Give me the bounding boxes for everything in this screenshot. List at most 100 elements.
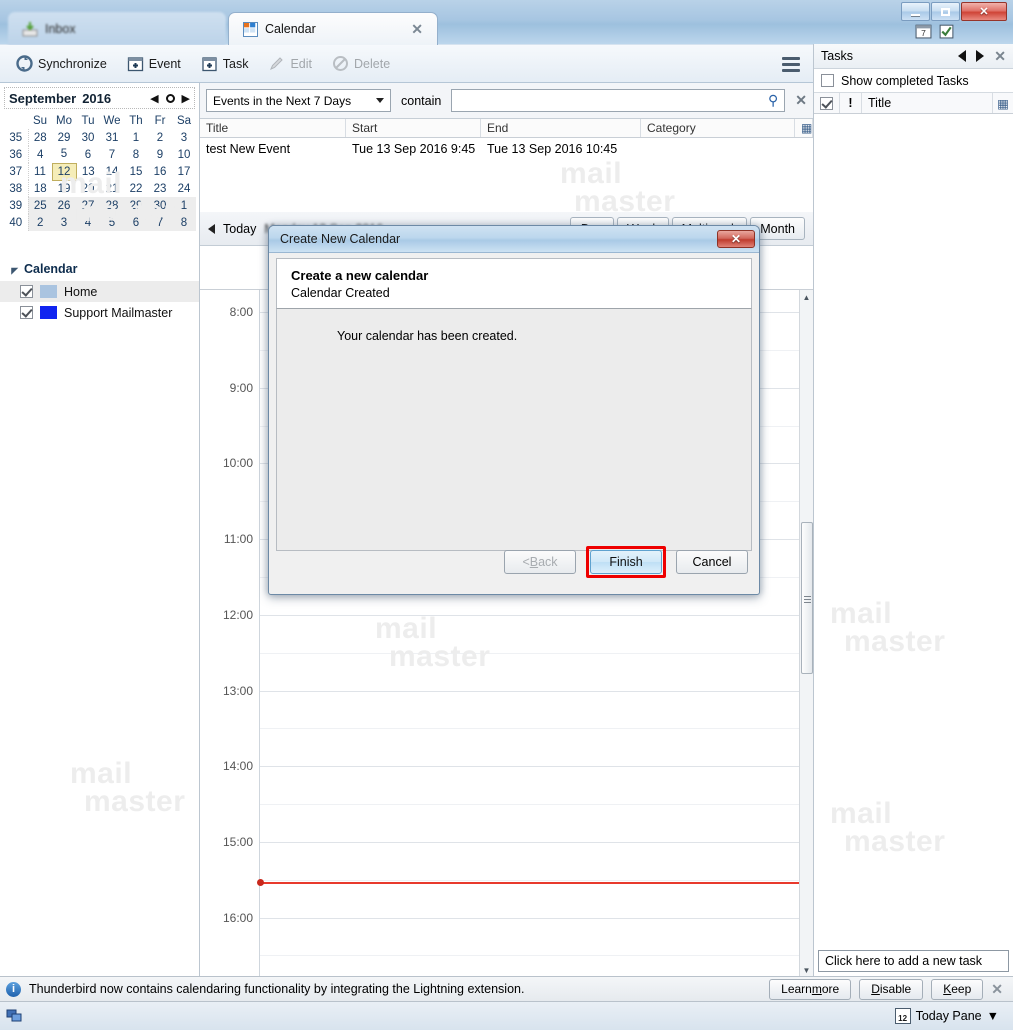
mini-cal-day[interactable]: 19 <box>52 180 76 197</box>
mini-cal-day[interactable]: 1 <box>124 129 148 146</box>
half-hour-gridline <box>260 804 799 806</box>
mini-cal-day[interactable]: 20 <box>76 180 100 197</box>
mini-cal-day[interactable]: 2 <box>28 214 52 231</box>
calendar-list-header[interactable]: Calendar <box>0 259 199 281</box>
today-pane-toggle[interactable]: 12 Today Pane ▼ <box>894 1008 1007 1024</box>
mini-cal-day[interactable]: 22 <box>124 180 148 197</box>
mini-cal-day[interactable]: 30 <box>148 197 172 214</box>
mini-cal-day[interactable]: 9 <box>148 146 172 163</box>
mini-cal-day[interactable]: 6 <box>76 146 100 163</box>
new-task-button[interactable]: Task <box>193 51 257 76</box>
mini-cal-day[interactable]: 23 <box>148 180 172 197</box>
mini-cal-day[interactable]: 8 <box>172 214 196 231</box>
mini-cal-day[interactable]: 15 <box>124 163 148 180</box>
column-picker-icon[interactable]: ▦ <box>795 119 813 137</box>
column-header-start[interactable]: Start <box>346 119 481 137</box>
mini-cal-day[interactable]: 14 <box>100 163 124 180</box>
column-header-category[interactable]: Category <box>641 119 795 137</box>
mini-cal-day[interactable]: 28 <box>100 197 124 214</box>
show-completed-tasks-row[interactable]: Show completed Tasks <box>814 69 1013 93</box>
calendar-visibility-checkbox[interactable] <box>20 285 33 298</box>
mini-cal-day[interactable]: 16 <box>148 163 172 180</box>
new-task-placeholder: Click here to add a new task <box>825 954 983 968</box>
mini-cal-day[interactable]: 26 <box>52 197 76 214</box>
column-header-title[interactable]: Title <box>200 119 346 137</box>
new-task-input[interactable]: Click here to add a new task <box>818 950 1009 972</box>
mini-cal-day[interactable]: 13 <box>76 163 100 180</box>
scrollbar-thumb[interactable] <box>801 522 813 674</box>
clear-search-icon[interactable]: ✕ <box>795 92 807 109</box>
mini-cal-day[interactable]: 11 <box>28 163 52 180</box>
mini-cal-day[interactable]: 29 <box>52 129 76 146</box>
today-button[interactable]: Today <box>223 222 256 236</box>
synchronize-button[interactable]: Synchronize <box>8 51 115 76</box>
column-header-end[interactable]: End <box>481 119 641 137</box>
mini-cal-day[interactable]: 5 <box>100 214 124 231</box>
week-number: 37 <box>4 163 29 180</box>
mini-cal-day[interactable]: 4 <box>76 214 100 231</box>
connection-status-icon[interactable] <box>6 1007 24 1025</box>
app-menu-icon[interactable] <box>780 54 802 74</box>
tasks-next-icon[interactable] <box>976 50 985 62</box>
mini-cal-day[interactable]: 3 <box>172 129 196 146</box>
tasks-col-done[interactable] <box>814 93 840 113</box>
mini-cal-day[interactable]: 30 <box>76 129 100 146</box>
hour-label: 13:00 <box>222 683 253 698</box>
calendar-visibility-checkbox[interactable] <box>20 306 33 319</box>
event-list-row[interactable]: test New Event Tue 13 Sep 2016 9:45 Tue 13… <box>200 138 813 160</box>
event-filter-select[interactable]: Events in the Next 7 Days <box>206 89 391 112</box>
mini-cal-day[interactable]: 18 <box>28 180 52 197</box>
calendar-icon <box>243 21 258 37</box>
tasks-col-title[interactable]: Title <box>862 93 993 113</box>
mini-cal-day[interactable]: 7 <box>148 214 172 231</box>
search-icon[interactable]: ⚲ <box>768 92 778 109</box>
notification-close-icon[interactable]: ✕ <box>991 981 1007 998</box>
mini-cal-day[interactable]: 5 <box>52 146 76 163</box>
new-event-button[interactable]: Event <box>119 51 189 76</box>
dialog-close-button[interactable]: ✕ <box>717 230 755 248</box>
today-circle-button[interactable] <box>165 93 175 103</box>
scroll-up-icon[interactable]: ▲ <box>800 290 813 305</box>
disable-button[interactable]: Disable <box>859 978 924 1000</box>
grid-scrollbar[interactable]: ▲ ▼ <box>799 290 813 978</box>
mini-cal-day[interactable]: 24 <box>172 180 196 197</box>
mini-cal-day[interactable]: 2 <box>148 129 172 146</box>
mini-cal-day[interactable]: 7 <box>100 146 124 163</box>
keep-button[interactable]: Keep <box>931 978 984 1000</box>
mini-cal-day[interactable]: 4 <box>28 146 52 163</box>
mini-cal-day[interactable]: 25 <box>28 197 52 214</box>
next-month-button[interactable]: ▶ <box>182 92 190 105</box>
tab-close-icon[interactable]: ✕ <box>411 21 423 38</box>
calendar-list-item[interactable]: Home <box>0 281 199 302</box>
tasks-close-icon[interactable]: ✕ <box>994 48 1006 65</box>
mini-cal-day[interactable]: 28 <box>28 129 52 146</box>
previous-period-icon[interactable] <box>208 223 215 234</box>
calendar-list-item[interactable]: Support Mailmaster <box>0 302 199 323</box>
mini-cal-day-today[interactable]: 12 <box>51 162 77 181</box>
mini-cal-day[interactable]: 27 <box>76 197 100 214</box>
cancel-button[interactable]: Cancel <box>676 550 748 574</box>
search-input[interactable]: ⚲ <box>451 89 786 112</box>
prev-month-button[interactable]: ◀ <box>150 92 158 105</box>
disable-accel: D <box>871 982 880 996</box>
tasks-col-priority[interactable]: ! <box>840 93 862 113</box>
mini-cal-day[interactable]: 21 <box>100 180 124 197</box>
mini-cal-day[interactable]: 8 <box>124 146 148 163</box>
calendar-color-swatch <box>40 285 57 298</box>
tab-calendar[interactable]: Calendar ✕ <box>228 12 438 45</box>
mini-cal-day[interactable]: 29 <box>124 197 148 214</box>
mini-cal-day[interactable]: 1 <box>172 197 196 214</box>
mini-cal-day[interactable]: 6 <box>124 214 148 231</box>
mini-cal-day[interactable]: 10 <box>172 146 196 163</box>
tasks-column-picker-icon[interactable]: ▦ <box>993 93 1013 113</box>
tab-inbox[interactable]: Inbox <box>8 12 226 45</box>
mini-cal-day[interactable]: 17 <box>172 163 196 180</box>
tasks-prev-icon[interactable] <box>958 50 967 62</box>
show-completed-checkbox[interactable] <box>821 74 834 87</box>
event-label: Event <box>148 56 181 71</box>
delete-button: Delete <box>324 51 398 76</box>
finish-button[interactable]: Finish <box>590 550 662 574</box>
mini-cal-day[interactable]: 31 <box>100 129 124 146</box>
mini-cal-day[interactable]: 3 <box>52 214 76 231</box>
learn-more-button[interactable]: Learn m ore <box>769 978 852 1000</box>
